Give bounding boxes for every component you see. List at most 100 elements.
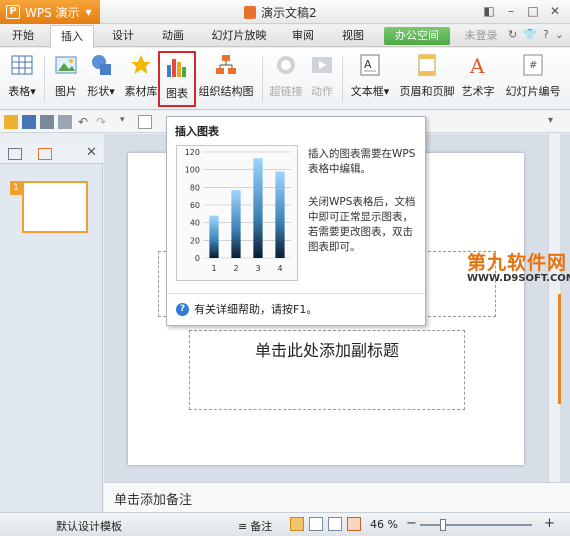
notes-placeholder: 单击添加备注 (114, 493, 193, 508)
app-menu-button[interactable]: P WPS 演示 ▼ (0, 0, 100, 24)
table-icon (10, 53, 34, 77)
reading-view-icon[interactable] (328, 517, 342, 531)
chevron-down-icon[interactable]: ⌄ (555, 28, 564, 41)
chevron-down-icon: ▼ (85, 7, 92, 17)
zoom-out-button[interactable]: − (406, 516, 417, 531)
notes-toggle-button[interactable]: ≡ 备注 (238, 518, 272, 534)
tab-animation[interactable]: 动画 (156, 25, 190, 47)
toolbar-options-icon[interactable]: ▾ (548, 115, 562, 129)
tab-view[interactable]: 视图 (338, 25, 368, 47)
slideshow-view-icon[interactable] (347, 517, 361, 531)
action-button[interactable]: 动作 (308, 51, 336, 107)
login-link[interactable]: 未登录 (462, 25, 500, 47)
print-preview-icon[interactable] (58, 115, 72, 129)
y-tick-label: 60 (190, 201, 200, 210)
zoom-slider[interactable] (420, 519, 532, 531)
save-icon[interactable] (22, 115, 36, 129)
tab-home[interactable]: 开始 (6, 25, 40, 47)
bar (275, 171, 285, 258)
header-footer-button[interactable]: 页眉和页脚 (398, 51, 456, 107)
zoom-level[interactable]: 46 % (370, 518, 398, 531)
wordart-icon: A (466, 53, 490, 78)
skin-icon[interactable]: ◧ (478, 2, 500, 20)
hyperlink-icon (274, 53, 298, 77)
slide-number-button[interactable]: # 幻灯片编号 (502, 51, 564, 107)
picture-button[interactable]: 图片 (52, 51, 80, 107)
org-chart-icon (214, 53, 238, 77)
office-space-button[interactable]: 办公空间 (384, 27, 450, 45)
close-pane-icon[interactable]: ✕ (86, 145, 97, 160)
customize-toolbar-icon[interactable]: ▾ (120, 115, 134, 129)
redo-icon[interactable]: ↷ (96, 115, 110, 129)
outline-tab-icon[interactable] (8, 148, 22, 160)
design-template-label[interactable]: 默认设计模板 (56, 518, 122, 534)
print-icon[interactable] (40, 115, 54, 129)
help-icon: ? (176, 302, 189, 316)
y-tick-label: 100 (185, 166, 200, 175)
open-icon[interactable] (4, 115, 18, 129)
chart-tooltip: 插入图表 120 100 80 60 40 20 0 1 2 3 4 插入的图表需要在WPS表格中… (166, 116, 426, 326)
ribbon-separator (44, 56, 45, 102)
material-library-button[interactable]: 素材库 (122, 51, 160, 107)
help-icon[interactable]: ? (543, 28, 549, 41)
presentation-icon (244, 6, 256, 19)
zoom-in-button[interactable]: + (544, 516, 555, 531)
x-tick-label: 2 (233, 264, 238, 273)
minimize-button[interactable]: – (500, 2, 522, 20)
vertical-scrollbar[interactable] (548, 134, 561, 482)
title-bar: P WPS 演示 ▼ 演示文稿2 ◧ – □ ✕ (0, 0, 570, 24)
tooltip-description: 插入的图表需要在WPS表格中编辑。 (308, 148, 416, 175)
notes-icon: ≡ (238, 519, 248, 533)
bar (253, 158, 263, 258)
ribbon-separator (342, 56, 343, 102)
chart-button[interactable]: 图表 (158, 51, 196, 107)
notes-pane[interactable]: 单击添加备注 (104, 482, 570, 512)
x-tick-label: 1 (211, 264, 216, 273)
subtitle-placeholder[interactable]: 单击此处添加副标题 (189, 330, 465, 410)
shirt-icon[interactable]: 👕 (523, 28, 537, 41)
tab-review[interactable]: 审阅 (288, 25, 318, 47)
tooltip-help: ? 有关详细帮助，请按F1。 (176, 301, 317, 317)
chart-icon (165, 55, 189, 79)
tooltip-title: 插入图表 (175, 125, 219, 138)
shape-button[interactable]: 形状▾ (84, 51, 118, 107)
slide-outline-pane: ✕ 1 (0, 144, 103, 514)
wordart-button[interactable]: A 艺术字 (460, 51, 496, 107)
slides-tab-icon[interactable] (38, 148, 52, 160)
picture-icon (54, 53, 78, 77)
hyperlink-button[interactable]: 超链接 (268, 51, 304, 107)
close-button[interactable]: ✕ (544, 2, 566, 20)
window-controls: ◧ – □ ✕ (478, 2, 566, 20)
tab-slideshow[interactable]: 幻灯片放映 (208, 25, 270, 47)
tab-insert[interactable]: 插入 (50, 25, 94, 48)
menu-bar: 开始 插入 设计 动画 幻灯片放映 审阅 视图 办公空间 未登录 ↻ 👕 ? ⌄ (0, 25, 570, 48)
svg-text:#: # (529, 60, 537, 71)
action-icon (310, 53, 334, 77)
textbox-icon: A (358, 53, 382, 77)
y-tick-label: 80 (190, 183, 200, 192)
bar (209, 215, 219, 258)
slide-number-icon: # (521, 53, 545, 77)
tooltip-description-2: 关闭WPS表格后，文档中即可正常显示图表，若需要更改图表，双击图表即可。 (308, 196, 416, 253)
status-bar: 默认设计模板 ≡ 备注 46 % − + (0, 512, 570, 536)
undo-icon[interactable]: ↶ (78, 115, 92, 129)
textbox-button[interactable]: A 文本框▾ (348, 51, 392, 107)
slide-thumbnail[interactable] (22, 181, 88, 233)
refresh-icon[interactable]: ↻ (508, 28, 517, 41)
slide-sorter-view-icon[interactable] (309, 517, 323, 531)
y-tick-label: 0 (195, 254, 200, 263)
org-chart-button[interactable]: 组织结构图 (198, 51, 254, 107)
shape-icon (89, 53, 113, 77)
format-icon[interactable] (138, 115, 152, 129)
table-button[interactable]: 表格▾ (4, 51, 40, 107)
maximize-button[interactable]: □ (522, 2, 544, 20)
document-title: 演示文稿2 (244, 4, 317, 21)
zoom-slider-handle[interactable] (440, 519, 446, 531)
ribbon-separator (262, 56, 263, 102)
tab-design[interactable]: 设计 (106, 25, 140, 47)
pane-tabs: ✕ (0, 144, 103, 164)
x-tick-label: 4 (277, 264, 282, 273)
normal-view-icon[interactable] (290, 517, 304, 531)
view-switcher (290, 517, 361, 531)
tooltip-divider (167, 293, 425, 294)
